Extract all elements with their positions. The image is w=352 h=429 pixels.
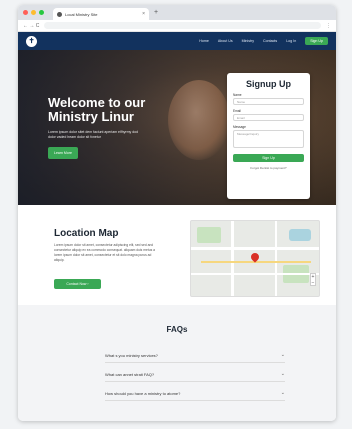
map-road <box>231 221 234 296</box>
minimize-window-icon[interactable] <box>31 10 36 15</box>
address-bar-row: ← → C ⋮ <box>18 20 336 32</box>
url-field[interactable] <box>44 22 321 29</box>
hero-title: Welcome to our Ministry Linur <box>48 95 146 124</box>
faq-question: What can annet strait FAQ? <box>105 371 155 377</box>
nav-item-about-us[interactable]: About Us <box>218 39 233 43</box>
favicon-icon <box>57 11 62 17</box>
faq-section: FAQs What s you ministry services? ⌄ Wha… <box>18 305 336 421</box>
faq-item[interactable]: What s you ministry services? ⌄ <box>105 348 285 363</box>
map-road <box>191 273 319 275</box>
chevron-down-icon: ⌄ <box>280 371 285 377</box>
location-map[interactable]: + − <box>190 220 320 297</box>
location-title: Location Map <box>54 228 119 239</box>
location-description: Lorem ipsum dolor sit amet, consectetur … <box>54 243 155 262</box>
site-navbar: ✝ Home About Us Ministry Contacts Log In… <box>18 32 336 50</box>
nav-menu: Home About Us Ministry Contacts Log In S… <box>199 37 328 45</box>
browser-tab-bar: Local Ministry Site × + <box>18 5 336 20</box>
email-label: Email <box>233 109 241 113</box>
navigation-arrows-icon[interactable]: ← → C <box>23 23 39 29</box>
cross-logo-icon[interactable]: ✝ <box>26 35 37 47</box>
browser-menu-icon[interactable]: ⋮ <box>326 23 331 29</box>
hero-content: Welcome to our Ministry Linur Lorem ipsu… <box>48 96 168 159</box>
message-label: Message <box>233 125 246 129</box>
name-field[interactable]: Name <box>233 98 304 105</box>
email-field[interactable]: Email <box>233 114 304 121</box>
signup-submit-button[interactable]: Sign Up <box>233 154 304 162</box>
location-section: Location Map Lorem ipsum dolor sit amet,… <box>18 205 336 305</box>
signup-footer-link[interactable]: Forgot Dentist to payment? <box>233 166 304 170</box>
message-field[interactable]: Message/Inquiry <box>233 130 304 148</box>
signup-card: Signup Up Name Name Email Email Message … <box>227 73 310 199</box>
chevron-down-icon: ⌄ <box>280 352 285 358</box>
map-park <box>197 227 221 243</box>
zoom-out-icon[interactable]: − <box>311 280 315 286</box>
map-zoom-control[interactable]: + − <box>310 273 316 286</box>
tab-title: Local Ministry Site <box>65 11 98 17</box>
browser-tab[interactable]: Local Ministry Site × <box>53 8 149 20</box>
faq-title: FAQs <box>166 325 188 334</box>
maximize-window-icon[interactable] <box>39 10 44 15</box>
hero-subtitle: Lorem ipsum dolor sitet dem faciunt aper… <box>48 130 139 139</box>
nav-item-home[interactable]: Home <box>199 39 209 43</box>
nav-item-log-in[interactable]: Log In <box>286 39 296 43</box>
nav-item-ministry[interactable]: Ministry <box>242 39 254 43</box>
contact-now-button[interactable]: Contact Now › <box>54 279 101 289</box>
hero-section: Welcome to our Ministry Linur Lorem ipsu… <box>18 50 336 205</box>
new-tab-icon[interactable]: + <box>154 9 158 16</box>
chevron-down-icon: ⌄ <box>280 390 285 396</box>
learn-more-button[interactable]: Learn More <box>48 147 78 159</box>
browser-window: Local Ministry Site × + ← → C ⋮ ✝ Home A… <box>18 5 336 421</box>
faq-item[interactable]: How should you have a ministry to atome?… <box>105 386 285 401</box>
faq-item[interactable]: What can annet strait FAQ? ⌄ <box>105 367 285 382</box>
nav-signup-button[interactable]: Sign Up <box>305 37 328 45</box>
faq-question: What s you ministry services? <box>105 352 158 358</box>
map-road <box>275 221 277 296</box>
nav-item-contacts[interactable]: Contacts <box>263 39 277 43</box>
map-water <box>289 229 311 241</box>
faq-question: How should you have a ministry to atome? <box>105 390 181 396</box>
close-window-icon[interactable] <box>23 10 28 15</box>
name-label: Name <box>233 93 242 97</box>
signup-title: Signup Up <box>246 79 291 89</box>
tab-close-icon[interactable]: × <box>142 11 145 17</box>
map-road <box>191 247 319 250</box>
